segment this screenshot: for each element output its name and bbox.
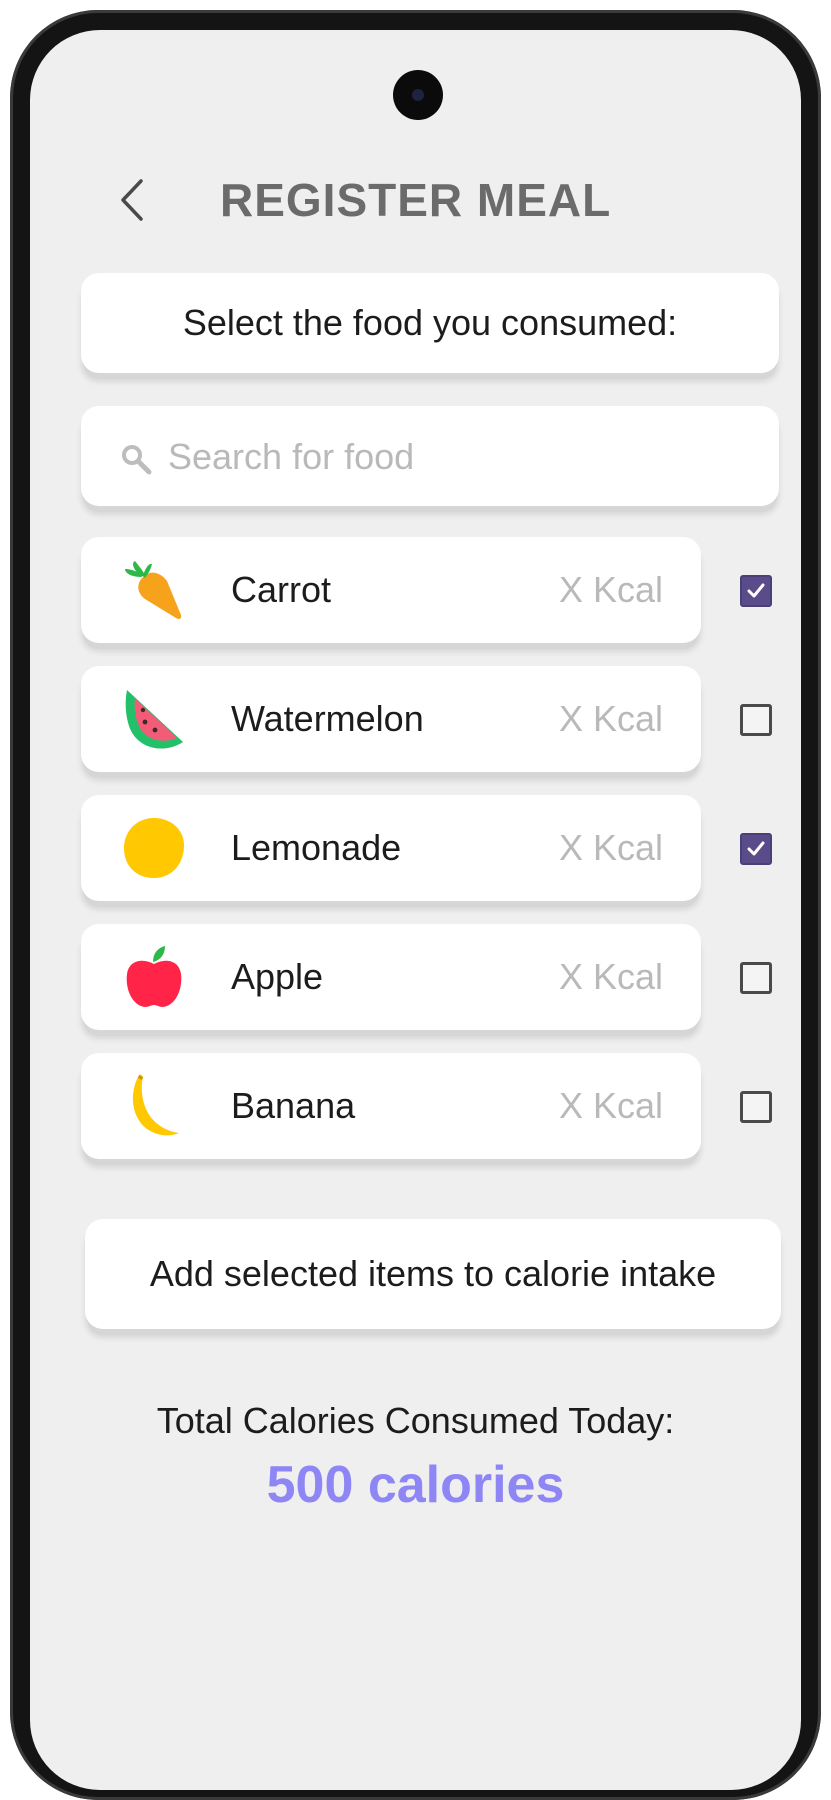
carrot-icon — [125, 561, 182, 619]
food-kcal: X Kcal — [558, 827, 663, 868]
food-checkbox-watermelon[interactable] — [740, 704, 772, 736]
food-card-apple[interactable]: Apple X Kcal — [81, 924, 701, 1030]
food-checkbox-carrot[interactable] — [740, 575, 772, 607]
banana-icon — [132, 1074, 179, 1136]
food-kcal: X Kcal — [558, 956, 663, 997]
phone-screen: REGISTER MEAL Select the food you consum… — [30, 30, 801, 1790]
food-name: Lemonade — [231, 827, 402, 868]
food-card-banana[interactable]: Banana X Kcal — [81, 1053, 701, 1159]
total-calories-label: Total Calories Consumed Today: — [156, 1400, 675, 1441]
lemon-icon — [124, 818, 185, 879]
checkmark-icon — [747, 583, 765, 598]
apple-icon — [126, 946, 182, 1007]
food-card-lemonade[interactable]: Lemonade X Kcal — [81, 795, 701, 901]
search-icon — [122, 445, 152, 475]
front-camera-icon — [393, 70, 443, 120]
food-checkbox-banana[interactable] — [740, 1091, 772, 1123]
add-selected-label: Add selected items to calorie intake — [149, 1253, 717, 1294]
food-kcal: X Kcal — [558, 1085, 663, 1126]
food-checkbox-apple[interactable] — [740, 962, 772, 994]
back-button[interactable] — [102, 170, 162, 230]
header: REGISTER MEAL — [30, 160, 801, 240]
search-input[interactable] — [166, 428, 730, 486]
food-name: Carrot — [231, 569, 332, 610]
food-kcal: X Kcal — [558, 569, 663, 610]
food-card-carrot[interactable]: Carrot X Kcal — [81, 537, 701, 643]
food-row-carrot: Carrot X Kcal — [30, 537, 801, 647]
food-name: Apple — [231, 956, 324, 997]
food-name: Watermelon — [231, 698, 424, 739]
watermelon-icon — [125, 690, 183, 749]
search-bar[interactable] — [81, 406, 779, 506]
food-row-watermelon: Watermelon X Kcal — [30, 666, 801, 776]
instruction-text: Select the food you consumed: — [182, 302, 678, 343]
camera-lens — [412, 89, 424, 101]
page-title: REGISTER MEAL — [220, 174, 612, 226]
food-row-lemonade: Lemonade X Kcal — [30, 795, 801, 905]
food-card-watermelon[interactable]: Watermelon X Kcal — [81, 666, 701, 772]
phone-frame: REGISTER MEAL Select the food you consum… — [10, 10, 821, 1800]
food-row-banana: Banana X Kcal — [30, 1053, 801, 1163]
add-selected-button[interactable]: Add selected items to calorie intake — [85, 1219, 781, 1329]
total-calories-value: 500 calories — [266, 1456, 565, 1514]
food-kcal: X Kcal — [558, 698, 663, 739]
food-name: Banana — [231, 1085, 356, 1126]
food-checkbox-lemonade[interactable] — [740, 833, 772, 865]
chevron-left-icon — [121, 179, 143, 221]
instruction-card: Select the food you consumed: — [81, 273, 779, 373]
checkmark-icon — [747, 841, 765, 856]
food-row-apple: Apple X Kcal — [30, 924, 801, 1034]
